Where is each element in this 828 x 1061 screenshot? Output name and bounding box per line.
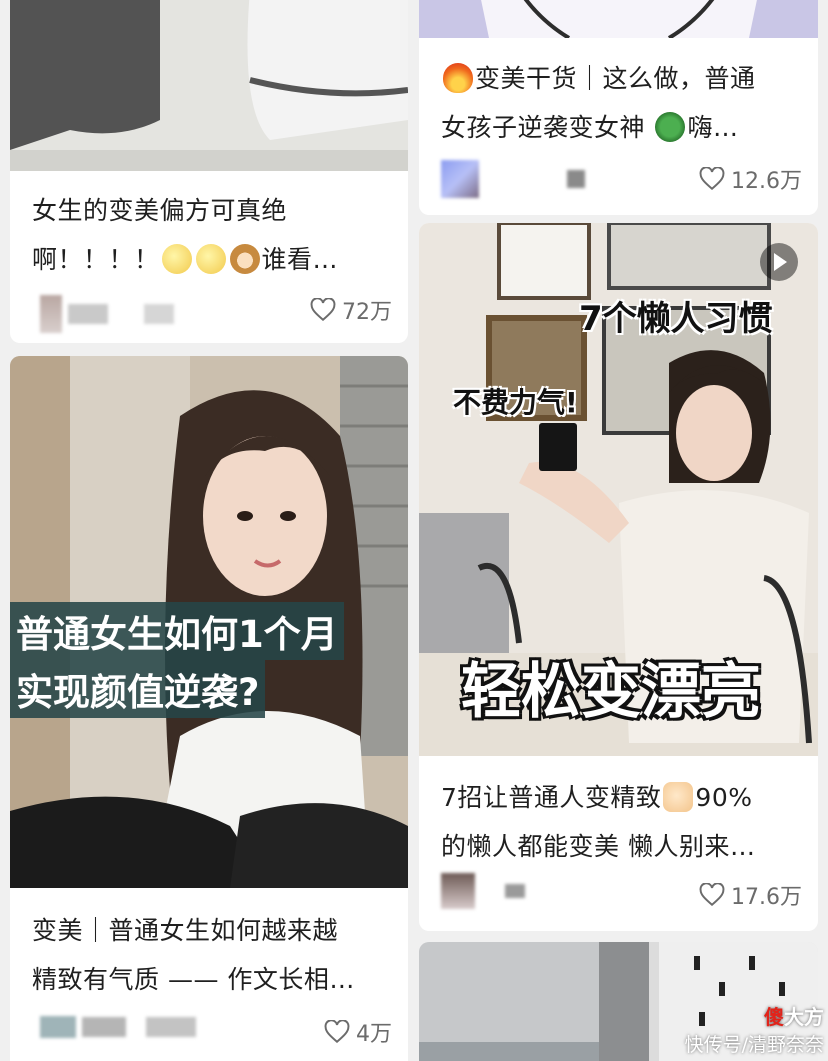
card-2-title-line-1: 变美｜普通女生如何越来越 (32, 916, 339, 945)
card-4-title-line-1: 7招让普通人变精致 (441, 783, 662, 812)
card-2-author[interactable] (40, 1016, 196, 1038)
card-4-overlay-line-1: 7个懒人习惯 (579, 299, 773, 339)
feed-card-4[interactable]: 7个懒人习惯 不费力气! 轻松变漂亮 7招让普通人变精致 90% 的懒人都能变美 … (419, 223, 818, 931)
card-2-title[interactable]: 变美｜普通女生如何越来越 精致有气质 —— 作文长相… (32, 906, 392, 1004)
card-4-author[interactable] (441, 873, 525, 909)
watermark-brand: 大方 (784, 1005, 824, 1029)
heart-icon (324, 1020, 350, 1044)
card-3-likes[interactable]: 12.6万 (699, 163, 802, 195)
thumbs-up-icon (663, 782, 694, 812)
heart-icon (699, 883, 725, 907)
avatar (441, 873, 475, 909)
clover-icon (655, 112, 686, 142)
card-2-overlay-line-2: 实现颜值逆袭? (10, 660, 266, 718)
feed-card-1[interactable]: 女生的变美偏方可真绝 啊！！！！ 谁看… 72万 (10, 0, 408, 343)
author-name (68, 304, 108, 324)
card-4-title-line-2: 的懒人都能变美 懒人别来… (441, 832, 756, 861)
card-2-thumbnail[interactable]: 普通女生如何1个月 实现颜值逆袭? (10, 356, 408, 888)
card-1-author[interactable] (40, 295, 174, 333)
card-3-photo (419, 0, 818, 38)
smile-emoji-icon (161, 244, 192, 274)
feed-card-2[interactable]: 普通女生如何1个月 实现颜值逆袭? 变美｜普通女生如何越来越 精致有气质 —— … (10, 356, 408, 1061)
author-name (82, 1017, 126, 1037)
avatar (441, 160, 479, 198)
card-4-overlay-line-2: 不费力气! (453, 386, 578, 419)
card-1-title-line-2: 啊！！！！ (32, 245, 160, 274)
author-name (144, 304, 174, 324)
card-4-title[interactable]: 7招让普通人变精致 90% 的懒人都能变美 懒人别来… (441, 773, 802, 871)
author-name (567, 170, 585, 188)
card-3-thumbnail[interactable] (419, 0, 818, 38)
card-3-title-line-1: 变美干货｜这么做，普通 (475, 64, 756, 93)
like-count: 4万 (356, 1022, 392, 1047)
watermark-source: 快传号/清野奈奈 (684, 1034, 824, 1056)
monkey-emoji-icon (229, 244, 260, 274)
author-name (146, 1017, 196, 1037)
like-count: 12.6万 (731, 169, 802, 194)
card-2-title-line-2: 精致有气质 —— 作文长相… (32, 965, 355, 994)
card-1-title-tail: 谁看… (261, 245, 339, 274)
card-1-likes[interactable]: 72万 (310, 294, 392, 326)
avatar (40, 295, 62, 333)
feed-card-3[interactable]: 变美干货｜这么做，普通 女孩子逆袭变女神 嗨… 12.6万 (419, 0, 818, 215)
card-3-title[interactable]: 变美干货｜这么做，普通 女孩子逆袭变女神 嗨… (441, 54, 802, 152)
card-3-title-line-2: 女孩子逆袭变女神 (441, 113, 646, 142)
card-4-thumbnail[interactable]: 7个懒人习惯 不费力气! 轻松变漂亮 (419, 223, 818, 756)
heart-icon (310, 298, 336, 322)
card-3-title-tail: 嗨… (687, 113, 739, 142)
play-icon[interactable] (760, 243, 798, 281)
smile-emoji-icon (195, 244, 226, 274)
watermark: 傻大方 快传号/清野奈奈 (685, 1001, 824, 1057)
card-2-overlay-line-1: 普通女生如何1个月 (10, 602, 344, 660)
card-1-title-line-1: 女生的变美偏方可真绝 (32, 196, 288, 225)
fire-icon (443, 63, 473, 93)
card-1-thumbnail[interactable] (10, 0, 408, 171)
like-count: 17.6万 (731, 885, 802, 910)
card-3-author[interactable] (441, 160, 585, 198)
like-count: 72万 (342, 300, 392, 325)
heart-icon (699, 167, 725, 191)
watermark-brand-red: 傻 (764, 1005, 784, 1029)
card-1-title[interactable]: 女生的变美偏方可真绝 啊！！！！ 谁看… (32, 186, 392, 284)
card-2-likes[interactable]: 4万 (324, 1016, 392, 1048)
avatar (40, 1016, 76, 1038)
card-1-photo (10, 0, 408, 171)
card-4-title-line-1-tail: 90% (695, 783, 753, 812)
card-4-likes[interactable]: 17.6万 (699, 879, 802, 911)
card-4-overlay-line-3: 轻松变漂亮 (461, 657, 761, 727)
author-name (505, 884, 525, 898)
